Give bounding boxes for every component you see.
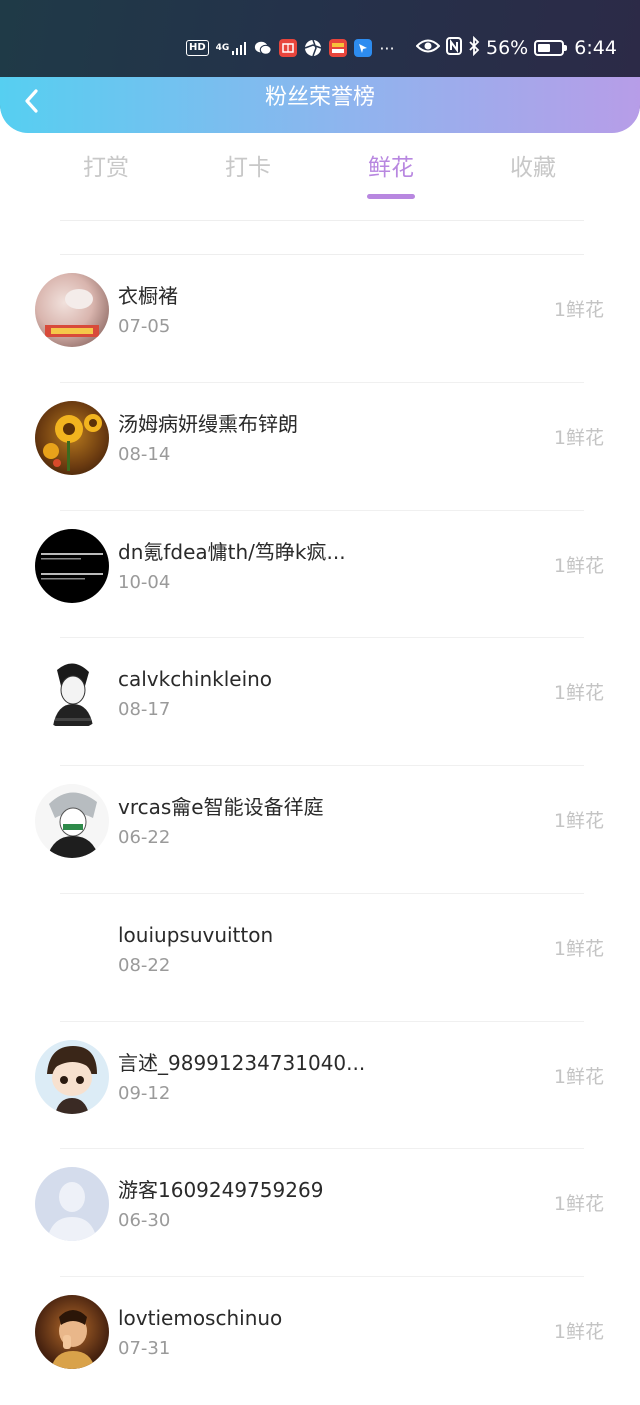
aperture-app-icon	[304, 39, 322, 57]
network-type-label: 4G	[215, 42, 230, 53]
fan-date: 08-14	[118, 443, 171, 465]
flower-count: 1鲜花	[553, 1193, 604, 1216]
list-item[interactable]: lovtiemoschinuo 07-31 1鲜花	[0, 1277, 640, 1405]
flower-count: 1鲜花	[553, 682, 604, 705]
avatar[interactable]	[35, 1295, 109, 1369]
nfc-icon	[446, 36, 462, 60]
fan-name: 游客1609249759269	[118, 1178, 324, 1203]
book-app-icon	[279, 39, 298, 57]
avatar[interactable]	[35, 656, 109, 731]
avatar[interactable]	[35, 1039, 109, 1114]
eye-comfort-icon	[415, 37, 441, 59]
list-item[interactable]: 言述_98991234731040... 09-12 1鲜花	[0, 1022, 640, 1150]
active-tab-indicator	[367, 194, 415, 199]
flower-count: 1鲜花	[553, 810, 604, 832]
fan-name: lovtiemoschinuo	[118, 1306, 283, 1330]
wechat-icon	[254, 39, 272, 57]
avatar[interactable]	[35, 784, 109, 858]
flower-count: 1鲜花	[553, 1321, 604, 1343]
tab-label: 收藏	[510, 155, 556, 181]
fan-date: 08-22	[118, 954, 171, 976]
clock: 6:44	[574, 37, 617, 59]
tab-reward[interactable]: 打赏	[46, 148, 166, 192]
fan-name: 汤姆病妍缦熏布锌朗	[118, 411, 298, 436]
avatar[interactable]	[35, 273, 109, 347]
flower-count: 1鲜花	[553, 426, 604, 449]
fan-name: 言述_98991234731040...	[118, 1050, 366, 1075]
bluetooth-icon	[468, 35, 480, 61]
status-bar: HD 4G ··· 56% 6:44	[0, 28, 640, 66]
tab-label: 打赏	[83, 155, 129, 181]
navigation-app-icon	[354, 39, 373, 57]
video-app-icon	[329, 39, 348, 57]
flower-count: 1鲜花	[553, 937, 604, 960]
fan-date: 06-22	[118, 827, 171, 848]
flower-count: 1鲜花	[553, 299, 604, 321]
battery-icon	[534, 40, 568, 56]
fan-name: dn氪fdea慵th/笃睁k疯...	[118, 539, 346, 564]
divider	[60, 220, 584, 221]
back-button[interactable]	[14, 83, 50, 119]
list-item[interactable]: vrcas龠e智能设备徉庭 06-22 1鲜花	[0, 766, 640, 894]
cellular-signal-icon: 4G	[216, 40, 248, 56]
battery-level	[538, 44, 551, 52]
list-item[interactable]: 游客1609249759269 06-30 1鲜花	[0, 1149, 640, 1277]
tab-favorites[interactable]: 收藏	[473, 148, 593, 192]
avatar[interactable]	[35, 400, 109, 475]
fan-name: vrcas龠e智能设备徉庭	[118, 795, 324, 819]
page-title: 粉丝荣誉榜	[264, 85, 375, 110]
tab-bar: 打赏 打卡 鲜花 收藏	[0, 148, 640, 208]
list-item[interactable]: louiupsuvuitton 08-22 1鲜花	[0, 894, 640, 1022]
tab-label: 鲜花	[368, 155, 414, 181]
tab-checkin[interactable]: 打卡	[188, 148, 308, 192]
list-item[interactable]: calvkchinkleino 08-17 1鲜花	[0, 638, 640, 766]
list-item[interactable]: dn氪fdea慵th/笃睁k疯... 10-04 1鲜花	[0, 511, 640, 639]
tab-flowers[interactable]: 鲜花	[331, 148, 451, 199]
avatar[interactable]	[35, 911, 109, 986]
flower-count: 1鲜花	[553, 1065, 604, 1088]
fan-date: 06-30	[118, 1210, 171, 1232]
chevron-left-icon	[25, 89, 38, 113]
tab-label: 打卡	[225, 155, 271, 181]
avatar[interactable]	[35, 1167, 109, 1242]
fan-name: calvkchinkleino	[118, 667, 273, 692]
more-notifications-icon: ···	[379, 38, 395, 58]
fan-name: louiupsuvuitton	[118, 922, 274, 947]
fan-ranking-list: 衣橱褚 07-05 1鲜花 汤姆病妍缦熏布锌朗 08-14 1鲜花 dn氪fde…	[0, 255, 640, 1405]
list-item[interactable]: 汤姆病妍缦熏布锌朗 08-14 1鲜花	[0, 383, 640, 511]
hd-indicator: HD	[186, 40, 209, 56]
avatar[interactable]	[35, 528, 109, 603]
fan-date: 09-12	[118, 1082, 171, 1104]
fan-name: 衣橱褚	[118, 284, 178, 308]
fan-date: 10-04	[118, 571, 171, 593]
fan-date: 08-17	[118, 699, 171, 721]
fan-date: 07-05	[118, 316, 171, 337]
battery-percent: 56%	[486, 37, 529, 59]
list-item[interactable]: 衣橱褚 07-05 1鲜花	[0, 255, 640, 383]
flower-count: 1鲜花	[553, 554, 604, 577]
fan-date: 07-31	[118, 1338, 171, 1359]
